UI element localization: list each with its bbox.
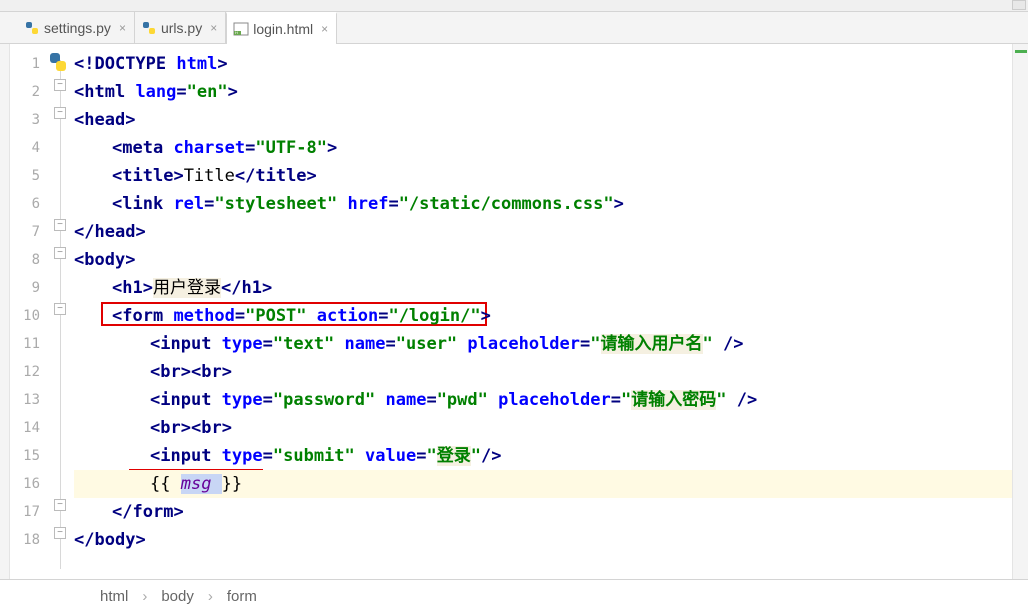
tab-label: settings.py [44,20,111,36]
line-number[interactable]: 11 [10,330,46,358]
code-line[interactable]: <input type="text" name="user" placehold… [74,330,1012,358]
breadcrumb-item[interactable]: body [161,588,194,605]
code-line[interactable]: </form> [74,498,1012,526]
window-top-bar [0,0,1028,12]
code-line[interactable]: <input type="password" name="pwd" placeh… [74,386,1012,414]
line-number[interactable]: 14 [10,414,46,442]
status-indicator-ok [1015,50,1027,53]
editor-area: 1 2 3 4 5 6 7 8 9 10 11 12 13 14 15 16 1… [0,44,1028,579]
code-line[interactable]: <html lang="en"> [74,78,1012,106]
file-type-indicator-icon [46,50,70,74]
breadcrumb-item[interactable]: html [100,588,128,605]
python-file-icon [141,20,157,36]
code-line[interactable]: {{ msg }} [74,470,1012,498]
fold-toggle-icon[interactable]: − [54,107,66,119]
code-line[interactable]: <body> [74,246,1012,274]
code-line[interactable]: </body> [74,526,1012,554]
code-line[interactable]: </head> [74,218,1012,246]
code-line[interactable]: <input type="submit" value="登录"/> [74,442,1012,470]
line-number[interactable]: 8 [10,246,46,274]
fold-toggle-icon[interactable]: − [54,527,66,539]
code-line[interactable]: <h1>用户登录</h1> [74,274,1012,302]
error-stripe-scrollbar[interactable] [1012,44,1028,579]
code-editor[interactable]: <!DOCTYPE html><html lang="en"><head><me… [74,44,1012,579]
tab-settings-py[interactable]: settings.py × [18,12,135,43]
chevron-right-icon: › [208,588,213,605]
fold-toggle-icon[interactable]: − [54,247,66,259]
line-number[interactable]: 1 [10,50,46,78]
tab-login-html[interactable]: H login.html × [226,12,337,44]
code-line[interactable]: <head> [74,106,1012,134]
code-line[interactable]: <br><br> [74,414,1012,442]
python-file-icon [24,20,40,36]
editor-tabs: settings.py × urls.py × H login.html × [0,12,1028,44]
tab-label: login.html [253,21,313,37]
line-number[interactable]: 2 [10,78,46,106]
code-line[interactable]: <br><br> [74,358,1012,386]
code-line[interactable]: <!DOCTYPE html> [74,50,1012,78]
line-number[interactable]: 6 [10,190,46,218]
line-number[interactable]: 12 [10,358,46,386]
close-icon[interactable]: × [210,21,217,35]
line-number[interactable]: 17 [10,498,46,526]
line-number[interactable]: 5 [10,162,46,190]
line-number[interactable]: 13 [10,386,46,414]
code-line[interactable]: <meta charset="UTF-8"> [74,134,1012,162]
gutter-margin [0,44,10,579]
line-number[interactable]: 3 [10,106,46,134]
breadcrumb-item[interactable]: form [227,588,257,605]
fold-toggle-icon[interactable]: − [54,499,66,511]
html-file-icon: H [233,21,249,37]
tab-label: urls.py [161,20,202,36]
line-number[interactable]: 16 [10,470,46,498]
chevron-right-icon: › [142,588,147,605]
code-line[interactable]: <form method="POST" action="/login/"> [74,302,1012,330]
close-icon[interactable]: × [321,22,328,36]
fold-toggle-icon[interactable]: − [54,303,66,315]
close-icon[interactable]: × [119,21,126,35]
line-number[interactable]: 10 [10,302,46,330]
line-number[interactable]: 15 [10,442,46,470]
fold-gutter[interactable]: − − − − − − − [46,44,74,579]
line-number[interactable]: 18 [10,526,46,554]
code-line[interactable]: <title>Title</title> [74,162,1012,190]
line-number[interactable]: 9 [10,274,46,302]
fold-toggle-icon[interactable]: − [54,79,66,91]
breadcrumb-bar[interactable]: html › body › form [0,579,1028,612]
line-number-gutter[interactable]: 1 2 3 4 5 6 7 8 9 10 11 12 13 14 15 16 1… [10,44,46,579]
tab-urls-py[interactable]: urls.py × [135,12,226,43]
fold-toggle-icon[interactable]: − [54,219,66,231]
line-number[interactable]: 7 [10,218,46,246]
code-line[interactable]: <link rel="stylesheet" href="/static/com… [74,190,1012,218]
svg-text:H: H [235,30,238,35]
line-number[interactable]: 4 [10,134,46,162]
corner-widget[interactable] [1012,0,1026,10]
